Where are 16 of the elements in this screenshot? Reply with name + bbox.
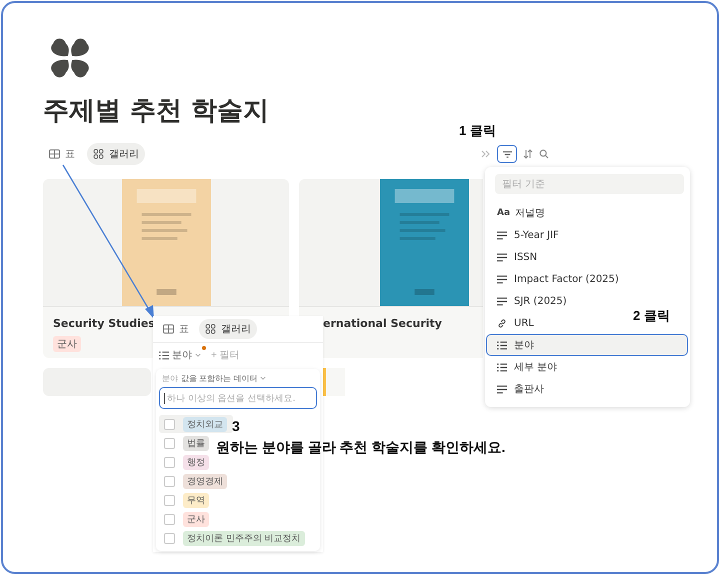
option-tag: 법률	[183, 436, 209, 450]
step-label: 1 클릭	[459, 122, 496, 140]
option-tag: 정치이론 민주주의 비교정치	[183, 530, 305, 546]
option-tag: 행정	[183, 454, 209, 470]
card-title: Security Studies	[53, 317, 155, 330]
option-tag: 군사	[183, 512, 209, 526]
step-label: 3	[232, 418, 240, 434]
category-tag: 군사	[53, 336, 81, 352]
option-tag: 무역	[183, 492, 209, 508]
option-tag: 정치외교	[183, 416, 227, 432]
card-title: ernational Security	[323, 317, 442, 330]
title-type-icon: Aa	[497, 208, 508, 218]
instruction-text: 원하는 분야를 골라 추천 학술지를 확인하세요.	[216, 439, 506, 457]
step-label: 2 클릭	[633, 307, 670, 325]
page-title: 주제별 추천 학술지	[43, 95, 270, 128]
option-tag: 경영경제	[183, 474, 227, 488]
